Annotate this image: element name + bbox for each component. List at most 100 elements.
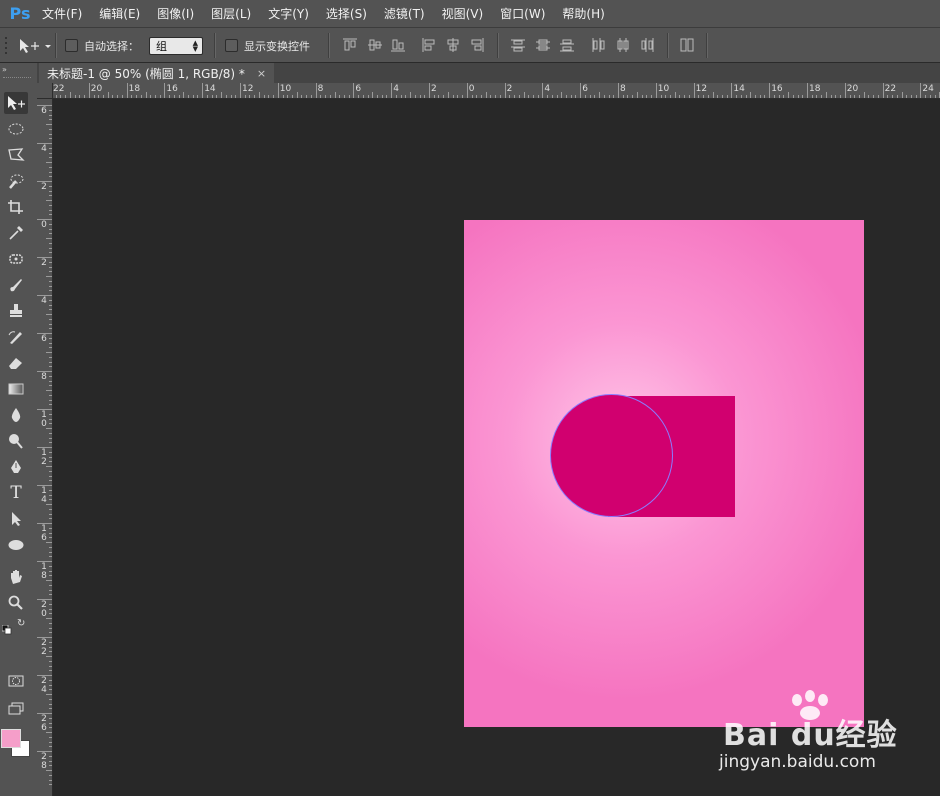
blur-icon[interactable] <box>4 404 28 426</box>
align-vcenter-icon[interactable] <box>367 37 383 53</box>
ruler-tick-label: 2 6 <box>41 714 47 733</box>
ruler-tick <box>37 637 52 638</box>
ruler-tick <box>655 83 657 98</box>
distribute-bottom-icon[interactable] <box>559 37 575 53</box>
ruler-tick <box>429 83 430 98</box>
eraser-icon[interactable] <box>4 352 28 374</box>
brush-icon[interactable] <box>4 274 28 296</box>
toolbox: T ↻ <box>0 90 32 757</box>
ruler-minor-tick <box>419 95 421 98</box>
ruler-minor-tick <box>712 92 714 98</box>
type-icon[interactable]: T <box>4 482 28 504</box>
foreground-color-swatch[interactable] <box>1 729 21 748</box>
ruler-minor-tick <box>49 266 52 268</box>
ruler-minor-tick <box>462 95 464 98</box>
distribute-right-icon[interactable] <box>639 37 655 53</box>
ruler-minor-tick <box>46 580 52 581</box>
close-icon[interactable]: × <box>257 67 266 80</box>
ruler-minor-tick <box>717 95 719 98</box>
distribute-top-icon[interactable] <box>510 37 526 53</box>
align-hcenter-icon[interactable] <box>445 37 461 53</box>
spot-healing-icon[interactable] <box>4 248 28 270</box>
default-colors-icon[interactable] <box>1 620 12 639</box>
menu-layer[interactable]: 图层(L) <box>211 5 251 22</box>
collapse-panel-icon[interactable]: » <box>2 65 7 74</box>
show-transform-option[interactable]: 显示变换控件 <box>225 28 310 63</box>
ruler-minor-tick <box>594 95 596 98</box>
menu-edit[interactable]: 编辑(E) <box>99 5 140 22</box>
marquee-ellipse-icon[interactable] <box>4 118 28 140</box>
ruler-minor-tick <box>334 92 336 98</box>
ruler-minor-tick <box>651 95 653 98</box>
ruler-minor-tick <box>268 95 270 98</box>
align-top-icon[interactable] <box>342 37 358 53</box>
menu-window[interactable]: 窗口(W) <box>500 5 545 22</box>
path-selection-icon[interactable] <box>4 508 28 530</box>
auto-select-checkbox[interactable] <box>65 39 78 52</box>
document-tab[interactable]: 未标题-1 @ 50% (椭圆 1, RGB/8) * × <box>39 63 275 83</box>
swap-colors-icon[interactable]: ↻ <box>17 618 25 629</box>
auto-select-option[interactable]: 自动选择： <box>65 28 139 63</box>
pen-icon[interactable] <box>4 456 28 478</box>
align-bottom-icon[interactable] <box>390 37 406 53</box>
screen-mode-icon[interactable] <box>4 698 28 720</box>
zoom-icon[interactable] <box>4 592 28 614</box>
ruler-minor-tick <box>551 95 553 98</box>
menu-image[interactable]: 图像(I) <box>157 5 194 22</box>
distribute-hcenter-icon[interactable] <box>615 37 631 53</box>
ellipse-shape-icon[interactable] <box>4 534 28 556</box>
eyedropper-icon[interactable] <box>4 222 28 244</box>
ruler-minor-tick <box>476 95 478 98</box>
ruler-minor-tick <box>60 95 62 98</box>
ruler-minor-tick <box>887 95 889 98</box>
ruler-tick-label: 8 <box>620 84 626 94</box>
ruler-minor-tick <box>79 95 81 98</box>
ruler-minor-tick <box>49 570 52 572</box>
menu-help[interactable]: 帮助(H) <box>562 5 604 22</box>
menu-file[interactable]: 文件(F) <box>42 5 82 22</box>
ruler-minor-tick <box>49 356 52 358</box>
menu-view[interactable]: 视图(V) <box>442 5 484 22</box>
ruler-minor-tick <box>49 746 52 748</box>
ruler-minor-tick <box>49 660 52 662</box>
hand-icon[interactable] <box>4 566 28 588</box>
show-transform-checkbox[interactable] <box>225 39 238 52</box>
dodge-icon[interactable] <box>4 430 28 452</box>
history-brush-icon[interactable] <box>4 326 28 348</box>
ruler-minor-tick <box>372 92 374 98</box>
lasso-polygon-icon[interactable] <box>4 144 28 166</box>
ruler-minor-tick <box>377 95 379 98</box>
ruler-minor-tick <box>49 299 52 301</box>
menu-filter[interactable]: 滤镜(T) <box>384 5 425 22</box>
ruler-minor-tick <box>49 632 52 634</box>
ruler-minor-tick <box>433 95 435 98</box>
ruler-tick-label: 1 6 <box>41 524 47 543</box>
align-left-icon[interactable] <box>421 37 437 53</box>
tool-preset-picker[interactable] <box>18 28 54 63</box>
menu-type[interactable]: 文字(Y) <box>268 5 309 22</box>
auto-align-layers-icon[interactable] <box>679 37 695 53</box>
quick-selection-icon[interactable] <box>4 170 28 192</box>
ruler-minor-tick <box>849 95 851 98</box>
ruler-minor-tick <box>424 95 426 98</box>
clone-stamp-icon[interactable] <box>4 300 28 322</box>
ruler-minor-tick <box>49 489 52 491</box>
ruler-origin[interactable] <box>37 83 53 99</box>
auto-select-dropdown[interactable]: 组 ▲ ▼ <box>149 36 203 55</box>
ruler-minor-tick <box>698 95 700 98</box>
ruler-minor-tick <box>49 309 52 311</box>
ruler-vertical: 6 4 2 0 2 4 6 8 1 0 1 2 1 4 1 6 1 8 2 0 2 2 2 4 2 6 2 8 <box>37 99 53 796</box>
distribute-left-icon[interactable] <box>590 37 606 53</box>
ellipse-shape[interactable] <box>551 395 672 516</box>
quick-mask-icon[interactable] <box>4 670 28 692</box>
menu-select[interactable]: 选择(S) <box>326 5 367 22</box>
gradient-icon[interactable] <box>4 378 28 400</box>
align-right-icon[interactable] <box>469 37 485 53</box>
move-tool-icon[interactable] <box>4 92 28 114</box>
distribute-vcenter-icon[interactable] <box>535 37 551 53</box>
ruler-minor-tick <box>343 95 345 98</box>
ruler-tick-label: 14 <box>204 84 216 94</box>
ruler-minor-tick <box>339 95 341 98</box>
options-separator <box>667 33 669 58</box>
crop-icon[interactable] <box>4 196 28 218</box>
